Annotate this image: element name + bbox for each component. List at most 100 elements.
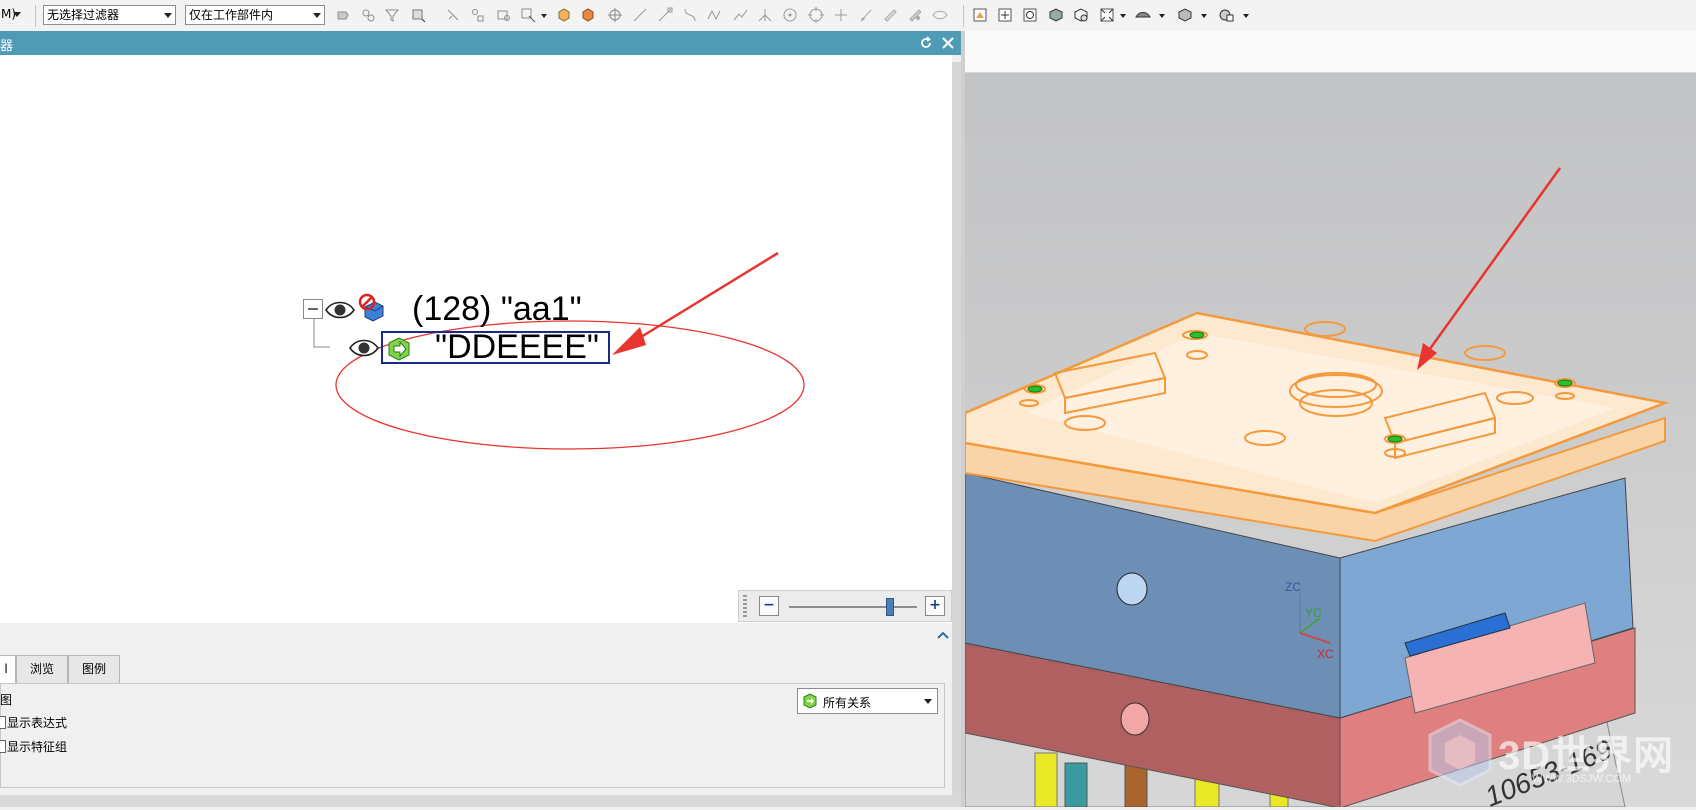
chevron-down-icon[interactable]	[1242, 7, 1250, 23]
plate-hole	[1116, 572, 1148, 606]
body-select-icon[interactable]	[360, 7, 376, 23]
bottom-scrollbar[interactable]	[0, 795, 963, 807]
watermark-url: WWW.3DSJW.COM	[1532, 773, 1631, 785]
tree-child-label: "DDEEEE"	[435, 328, 599, 366]
mold-assembly-model: ZC YC XC 10653-169	[963, 167, 1670, 810]
eye-snap-icon[interactable]	[932, 7, 948, 23]
ejector-pin	[1124, 762, 1148, 808]
sheet-body-icon[interactable]	[580, 7, 596, 23]
connect-icon[interactable]	[470, 7, 486, 23]
chevron-down-icon	[13, 12, 21, 17]
dependency-graph-canvas[interactable]: (128) "aa1" "DDEEEE"	[0, 55, 952, 623]
drag-handle[interactable]	[743, 595, 747, 617]
chevron-down-icon[interactable]	[540, 7, 548, 23]
circle-center-icon[interactable]	[782, 7, 798, 23]
quadrant-icon[interactable]	[808, 7, 824, 23]
chevron-down-icon[interactable]	[1200, 7, 1208, 23]
refresh-icon[interactable]	[918, 35, 934, 51]
watermark-logo-icon	[1428, 718, 1492, 787]
toolbar-separator	[963, 5, 964, 27]
plus-point-icon[interactable]	[833, 7, 849, 23]
fit-view-icon[interactable]	[1099, 7, 1115, 23]
chevron-down-icon	[164, 13, 172, 18]
tree-child-node[interactable]: "DDEEEE"	[381, 328, 610, 366]
selection-filter-value: 无选择过滤器	[47, 8, 120, 22]
feature-select-icon[interactable]	[335, 7, 351, 23]
triad-xc-label: XC	[1317, 647, 1334, 661]
close-icon[interactable]	[940, 35, 956, 51]
solid-body-icon[interactable]	[556, 7, 572, 23]
selection-filter-select[interactable]: 无选择过滤器	[43, 5, 176, 25]
curve-icon[interactable]	[682, 7, 698, 23]
tab-strip: l 浏览 图例	[0, 655, 952, 683]
eye-icon[interactable]	[349, 338, 379, 358]
zoom-fit-icon[interactable]	[997, 7, 1013, 23]
tab-label: 浏览	[29, 662, 54, 676]
shaded-view-icon[interactable]	[1048, 7, 1064, 23]
component-icon[interactable]	[495, 7, 511, 23]
selection-scope-select[interactable]: 仅在工作部件内	[185, 5, 325, 25]
vertical-scrollbar[interactable]	[952, 62, 961, 802]
spline-icon[interactable]	[707, 7, 723, 23]
orient-view-icon[interactable]	[1177, 7, 1193, 23]
ejector-pin	[1034, 752, 1058, 808]
tab-active[interactable]: l	[0, 655, 16, 683]
plate-hole	[1120, 702, 1150, 736]
feature-group-icon	[386, 336, 412, 362]
collapse-toggle[interactable]	[303, 299, 323, 319]
eye-icon[interactable]	[325, 300, 355, 320]
face-point-icon[interactable]	[882, 7, 898, 23]
tab-legend[interactable]: 图例	[68, 655, 120, 683]
line-icon[interactable]	[632, 7, 648, 23]
zoom-slider-track[interactable]	[789, 606, 917, 608]
rotate-icon[interactable]	[1022, 7, 1038, 23]
tab-label: 图例	[81, 662, 106, 676]
zoom-in-button[interactable]: +	[925, 596, 945, 616]
triad-yc-label: YC	[1305, 606, 1322, 620]
crosshair-icon[interactable]	[607, 7, 623, 23]
show-feature-groups-checkbox[interactable]	[0, 740, 6, 753]
zoom-out-button[interactable]: −	[759, 596, 779, 616]
collapse-up-icon[interactable]	[936, 628, 950, 642]
relation-icon	[802, 693, 818, 709]
watermark: 3D世界网 WWW.3DSJW.COM	[1420, 715, 1696, 808]
multi-select-icon[interactable]	[410, 7, 426, 23]
display-mode-icon[interactable]	[1135, 7, 1151, 23]
view-group-label: 视图	[0, 693, 13, 707]
chevron-down-icon[interactable]	[1119, 7, 1127, 23]
snap-point-icon[interactable]	[445, 7, 461, 23]
part-suppressed-icon	[357, 293, 387, 323]
ejector-pin	[1064, 762, 1088, 808]
tree-connector	[313, 317, 330, 348]
toolbar-separator	[35, 5, 36, 27]
select-box-icon[interactable]	[520, 7, 536, 23]
menu-dropdown[interactable]: M)	[0, 5, 24, 25]
tab-browse[interactable]: 浏览	[16, 655, 68, 683]
relation-filter-select[interactable]: 所有关系	[797, 688, 938, 714]
navigator-title-bar: 器	[0, 31, 963, 55]
navigator-title: 器	[0, 39, 14, 54]
show-feature-groups-label: 显示特征组	[7, 740, 68, 754]
selection-scope-value: 仅在工作部件内	[189, 8, 274, 22]
wireframe-view-icon[interactable]	[1073, 7, 1089, 23]
chevron-down-icon	[313, 13, 321, 18]
tangent-icon[interactable]	[858, 7, 874, 23]
show-expressions-label: 显示表达式	[7, 716, 68, 730]
triad-zc-label: ZC	[1285, 580, 1301, 594]
endpoint-icon[interactable]	[657, 7, 673, 23]
top-toolbar: M) 无选择过滤器 仅在工作部件内	[0, 0, 1696, 32]
render-style-icon[interactable]	[972, 7, 988, 23]
show-expressions-checkbox[interactable]	[0, 716, 6, 729]
layer-view-icon[interactable]	[1218, 7, 1234, 23]
graphics-viewport[interactable]: ZC YC XC 10653-169	[963, 73, 1696, 810]
zoom-slider-thumb[interactable]	[886, 598, 894, 616]
polyline-icon[interactable]	[732, 7, 748, 23]
surface-point-icon[interactable]	[907, 7, 923, 23]
filter-icon[interactable]	[384, 7, 400, 23]
relation-filter-value: 所有关系	[823, 696, 872, 710]
tree-root-label[interactable]: (128) "aa1"	[412, 291, 582, 327]
annotation-arrowhead	[612, 327, 646, 355]
intersection-icon[interactable]	[757, 7, 773, 23]
tab-label: l	[4, 662, 8, 676]
chevron-down-icon[interactable]	[1158, 7, 1166, 23]
